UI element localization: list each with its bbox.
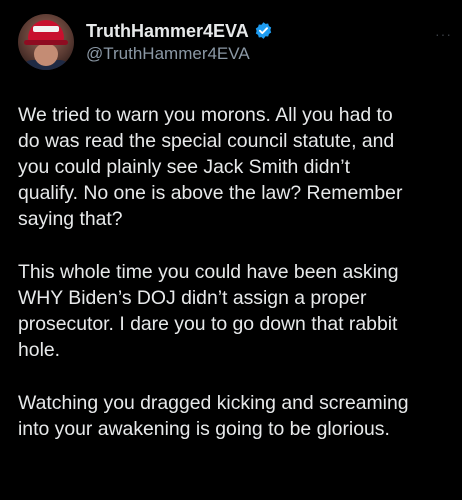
author-info: TruthHammer4EVA @TruthHammer4EVA: [86, 20, 273, 65]
avatar[interactable]: [18, 14, 74, 70]
name-row: TruthHammer4EVA: [86, 20, 273, 42]
handle[interactable]: @TruthHammer4EVA: [86, 43, 273, 65]
post-paragraph: This whole time you could have been aski…: [18, 261, 399, 361]
avatar-hat-brim: [24, 40, 68, 45]
post-paragraph: Watching you dragged kicking and screami…: [18, 392, 409, 440]
post-paragraph: We tried to warn you morons. All you had…: [18, 104, 403, 230]
ellipsis-icon[interactable]: ···: [435, 26, 452, 42]
verified-badge-icon: [254, 21, 273, 40]
post-card: TruthHammer4EVA @TruthHammer4EVA ··· We …: [0, 0, 462, 500]
display-name[interactable]: TruthHammer4EVA: [86, 20, 249, 42]
post-header: TruthHammer4EVA @TruthHammer4EVA: [18, 14, 273, 70]
post-body: We tried to warn you morons. All you had…: [18, 102, 452, 469]
avatar-hat-lettering: [33, 26, 59, 32]
